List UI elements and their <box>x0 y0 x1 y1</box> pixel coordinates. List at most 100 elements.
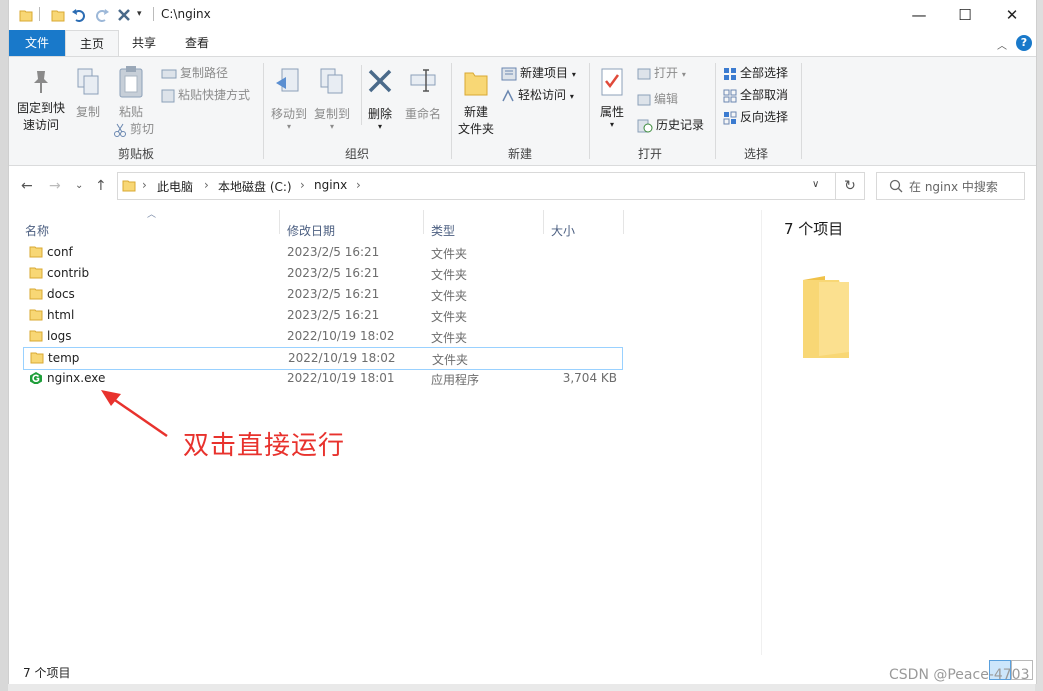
ribbon-separator <box>361 65 362 125</box>
file-row[interactable]: temp 2022/10/19 18:02 文件夹 <box>23 347 623 370</box>
file-name: contrib <box>47 266 90 280</box>
breadcrumb-separator: › <box>356 178 361 192</box>
ribbon-home: 固定到快 速访问 复制 粘贴 复制路径 粘贴快捷方式 剪切 剪贴板 移动到 ▾ … <box>9 56 1036 166</box>
rename-button[interactable]: 重命名 <box>401 67 445 123</box>
file-modified: 2022/10/19 18:01 <box>287 371 395 385</box>
invert-selection-icon <box>723 111 737 124</box>
column-header-name[interactable]: 名称 <box>25 222 49 239</box>
address-bar[interactable]: › 此电脑 › 本地磁盘 (C:) › nginx › ∨ <box>117 172 843 200</box>
up-button[interactable]: ↑ <box>95 178 107 194</box>
column-header-type[interactable]: 类型 <box>431 222 455 239</box>
ribbon-separator <box>263 63 264 159</box>
new-item-icon <box>501 67 517 80</box>
help-icon[interactable]: ? <box>1016 35 1032 51</box>
open-button[interactable]: 打开 ▾ <box>637 63 686 83</box>
tab-share[interactable]: 共享 <box>119 30 169 56</box>
copy-to-icon <box>320 68 343 94</box>
file-name: html <box>47 308 75 322</box>
new-folder-quick-icon[interactable] <box>51 8 65 22</box>
ribbon-separator <box>801 63 802 159</box>
file-row[interactable]: docs 2023/2/5 16:21 文件夹 <box>23 284 621 305</box>
cut-button[interactable]: 剪切 <box>113 119 154 139</box>
scissors-icon <box>114 123 126 137</box>
move-to-button[interactable]: 移动到 ▾ <box>269 67 309 131</box>
folder-icon <box>30 352 44 364</box>
new-folder-button[interactable]: 新建 文件夹 <box>455 67 497 138</box>
tab-view[interactable]: 查看 <box>171 30 223 56</box>
copy-icon <box>77 68 99 95</box>
tab-home[interactable]: 主页 <box>65 30 119 57</box>
column-divider <box>543 210 544 234</box>
file-type: 文件夹 <box>431 310 468 324</box>
quick-access-dropdown-icon[interactable]: ▾ <box>137 9 142 19</box>
file-name: docs <box>47 287 75 301</box>
close-button[interactable]: ✕ <box>989 0 1035 30</box>
file-type: 文件夹 <box>432 353 469 367</box>
select-all-button[interactable]: 全部选择 <box>723 63 788 83</box>
delete-button[interactable]: 删除 ▾ <box>365 67 395 131</box>
history-icon <box>637 119 653 132</box>
open-icon <box>637 68 651 79</box>
delete-quick-icon[interactable] <box>117 8 131 22</box>
invert-selection-button[interactable]: 反向选择 <box>723 107 788 127</box>
search-icon <box>889 179 903 193</box>
file-row[interactable]: conf 2023/2/5 16:21 文件夹 <box>23 242 621 263</box>
maximize-button[interactable]: ☐ <box>942 0 988 30</box>
tab-file[interactable]: 文件 <box>9 30 65 56</box>
annotation-text: 双击直接运行 <box>183 431 346 461</box>
copy-button[interactable]: 复制 <box>71 67 105 121</box>
folder-icon <box>19 10 33 22</box>
select-all-icon <box>724 67 736 80</box>
delete-icon <box>368 69 392 93</box>
recent-locations-icon[interactable]: ⌄ <box>75 180 83 191</box>
paste-shortcut-button[interactable]: 粘贴快捷方式 <box>161 85 250 105</box>
file-name: conf <box>47 245 73 259</box>
copy-path-button[interactable]: 复制路径 <box>161 63 228 83</box>
preview-folder-icon <box>803 276 849 358</box>
move-to-icon <box>276 68 299 92</box>
annotation-arrow-icon <box>101 390 168 438</box>
file-type: 文件夹 <box>431 289 468 303</box>
new-item-button[interactable]: 新建项目 ▾ <box>501 63 576 83</box>
breadcrumb-nginx[interactable]: nginx <box>314 178 347 192</box>
ribbon-separator <box>715 63 716 159</box>
edit-button[interactable]: 编辑 <box>637 89 678 109</box>
file-type: 文件夹 <box>431 247 468 261</box>
properties-icon <box>601 68 623 96</box>
history-button[interactable]: 历史记录 <box>637 115 704 135</box>
easy-access-icon <box>502 88 514 101</box>
file-row[interactable]: logs 2022/10/19 18:02 文件夹 <box>23 326 621 347</box>
search-input[interactable]: 在 nginx 中搜索 <box>876 172 1025 200</box>
column-divider <box>423 210 424 234</box>
group-label-new: 新建 <box>507 147 532 161</box>
folder-icon <box>29 309 43 321</box>
redo-icon[interactable] <box>94 7 110 23</box>
properties-button[interactable]: 属性 ▾ <box>595 67 629 129</box>
undo-icon[interactable] <box>71 7 87 23</box>
column-header-modified[interactable]: 修改日期 <box>287 222 335 239</box>
status-item-count: 7 个项目 <box>23 666 71 680</box>
column-header-size[interactable]: 大小 <box>551 222 575 239</box>
refresh-button[interactable]: ↻ <box>835 172 865 200</box>
file-row[interactable]: html 2023/2/5 16:21 文件夹 <box>23 305 621 326</box>
file-row[interactable]: contrib 2023/2/5 16:21 文件夹 <box>23 263 621 284</box>
pin-quick-access-button[interactable]: 固定到快 速访问 <box>15 67 67 134</box>
preview-item-count: 7 个项目 <box>784 220 844 238</box>
breadcrumb-local-disk[interactable]: 本地磁盘 (C:) <box>218 178 292 195</box>
paste-button[interactable]: 粘贴 <box>111 65 151 121</box>
new-folder-icon <box>464 72 488 96</box>
collapse-ribbon-icon[interactable]: ︿ <box>997 37 1007 52</box>
file-modified: 2023/2/5 16:21 <box>287 245 380 259</box>
address-history-dropdown-icon[interactable]: ∨ <box>812 179 819 190</box>
file-type: 文件夹 <box>431 331 468 345</box>
file-size: 3,704 KB <box>562 371 617 385</box>
select-none-button[interactable]: 全部取消 <box>723 85 788 105</box>
breadcrumb-this-pc[interactable]: 此电脑 <box>157 178 193 195</box>
file-name: temp <box>48 351 80 365</box>
minimize-button[interactable]: — <box>896 0 942 30</box>
back-button[interactable]: ← <box>21 178 33 194</box>
copy-to-button[interactable]: 复制到 ▾ <box>311 67 353 131</box>
forward-button[interactable]: → <box>49 178 61 194</box>
easy-access-button[interactable]: 轻松访问 ▾ <box>501 85 574 105</box>
folder-icon <box>29 246 43 258</box>
